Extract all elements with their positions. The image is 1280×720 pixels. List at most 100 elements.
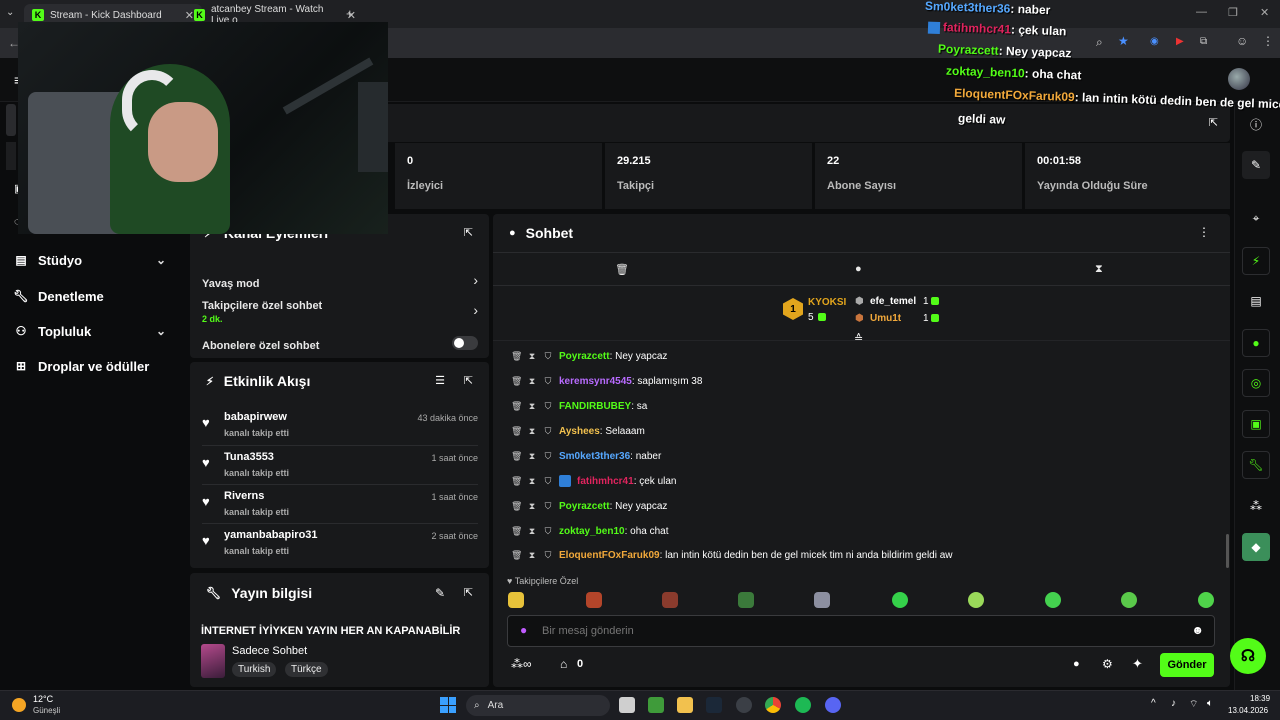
extension-youtube-icon[interactable]: ▶ — [1176, 36, 1184, 47]
trash-icon[interactable]: 🗑︎ — [511, 351, 522, 362]
hourglass-icon[interactable]: ⧗ — [527, 376, 537, 387]
trash-icon[interactable]: 🗑︎ — [511, 426, 522, 437]
hourglass-icon[interactable]: ⧗ — [527, 451, 537, 462]
store-icon[interactable]: ⌂ — [560, 657, 567, 671]
bolt-icon[interactable]: ⚡︎ — [1242, 247, 1270, 275]
send-button[interactable]: Gönder — [1160, 653, 1214, 677]
expand-leaderboard-icon[interactable]: ≙ — [854, 332, 863, 345]
gear-icon[interactable]: ⚙ — [1102, 657, 1113, 671]
hourglass-icon[interactable]: ⧗ — [1095, 263, 1103, 276]
popout-icon[interactable]: ⇱ — [1209, 116, 1218, 129]
sidebar-item-community[interactable]: ⚇ Topluluk ⌄ — [14, 319, 166, 343]
obs-icon[interactable] — [736, 697, 752, 713]
chat-username[interactable]: keremsynr4545 — [559, 376, 632, 387]
help-headset-icon[interactable]: ☊ — [1230, 638, 1266, 674]
emote[interactable] — [1121, 592, 1137, 608]
popout-icon[interactable]: ⇱ — [464, 374, 473, 387]
shield-icon[interactable]: ⛉ — [543, 526, 553, 537]
hourglass-icon[interactable]: ⧗ — [527, 550, 537, 561]
popout-icon[interactable]: ⇱ — [464, 586, 473, 599]
category-name[interactable]: Sadece Sohbet — [232, 645, 307, 657]
hourglass-icon[interactable]: ⧗ — [527, 401, 537, 412]
trash-icon[interactable]: 🗑︎ — [615, 263, 629, 276]
trash-icon[interactable]: 🗑︎ — [511, 526, 522, 537]
emote[interactable] — [738, 592, 754, 608]
chat-bubble-icon[interactable]: ● — [855, 263, 862, 275]
trash-icon[interactable]: 🗑︎ — [511, 451, 522, 462]
trash-icon[interactable]: 🗑︎ — [511, 501, 522, 512]
discord-icon[interactable] — [825, 697, 841, 713]
taskbar-search-box[interactable]: ⌕ Ara — [466, 695, 610, 716]
slow-mode-row[interactable]: Yavaş mod › — [202, 272, 478, 294]
shield-icon[interactable]: ⛉ — [543, 501, 553, 512]
tab-list-icon[interactable]: ⌄ — [6, 7, 14, 18]
minimize-icon[interactable]: — — [1196, 6, 1207, 18]
event-username[interactable]: Riverns — [224, 490, 264, 502]
user-avatar[interactable] — [1228, 68, 1250, 90]
followers-only-row[interactable]: Takipçilere özel sohbet 2 dk. › — [202, 300, 478, 326]
shield-icon[interactable]: ⛉ — [543, 451, 553, 462]
hourglass-icon[interactable]: ⧗ — [527, 351, 537, 362]
hourglass-icon[interactable]: ⧗ — [527, 476, 537, 487]
extension-audio-icon[interactable]: ◉ — [1150, 36, 1159, 47]
shield-icon[interactable]: ⛉ — [543, 351, 553, 362]
chat-username[interactable]: FANDIRBUBEY — [559, 401, 631, 412]
tag-chip[interactable]: Turkish — [232, 662, 277, 677]
chat-scrollbar[interactable] — [1226, 534, 1229, 568]
zoom-icon[interactable]: ⌕ — [1096, 35, 1103, 50]
profile-icon[interactable]: ☺ — [1236, 34, 1248, 48]
stream-info-icon[interactable]: ▣ — [1242, 410, 1270, 438]
event-username[interactable]: babapirwew — [224, 411, 287, 423]
emote[interactable] — [892, 592, 908, 608]
category-thumbnail[interactable] — [201, 644, 225, 678]
hourglass-icon[interactable]: ⧗ — [527, 426, 537, 437]
chat-username[interactable]: zoktay_ben10 — [559, 526, 625, 537]
emote[interactable] — [508, 592, 524, 608]
emoji-icon[interactable]: ☻ — [1191, 623, 1204, 637]
subscribers-only-toggle[interactable] — [452, 336, 478, 350]
sidebar-item-moderation[interactable]: 🔧︎ Denetleme — [13, 284, 103, 308]
sidebar-item-studio[interactable]: ▤ Stüdyo ⌄ — [14, 248, 166, 272]
chat-bubble-icon[interactable]: ● — [1242, 329, 1270, 357]
weather-temperature[interactable]: 12°C — [33, 694, 53, 704]
edit-pencil-icon[interactable]: ✎ — [1242, 151, 1270, 179]
shield-icon[interactable]: ⛉ — [543, 550, 553, 561]
clock-date[interactable]: 13.04.2026 — [1228, 706, 1268, 715]
popout-icon[interactable]: ⇱ — [464, 226, 473, 239]
leaderboard-first-name[interactable]: KYOKSI — [808, 297, 846, 308]
tag-chip[interactable]: Türkçe — [285, 662, 328, 677]
steam-icon[interactable] — [706, 697, 722, 713]
chat-bubble-icon[interactable]: ● — [1073, 658, 1080, 670]
emote[interactable] — [968, 592, 984, 608]
trash-icon[interactable]: 🗑︎ — [511, 476, 522, 487]
leaderboard-third-name[interactable]: Umu1t — [870, 313, 901, 324]
volume-icon[interactable]: 🔈︎ — [1207, 698, 1213, 709]
trash-icon[interactable]: 🗑︎ — [511, 401, 522, 412]
trash-icon[interactable]: 🗑︎ — [511, 550, 522, 561]
emote[interactable] — [586, 592, 602, 608]
network-icon[interactable]: ⌔ — [1189, 698, 1198, 711]
emote[interactable] — [1045, 592, 1061, 608]
microphone-icon[interactable]: ● — [520, 623, 527, 637]
chevron-up-icon[interactable]: ^ — [1151, 698, 1156, 709]
chat-username[interactable]: fatihmhcr41 — [577, 476, 634, 487]
sidebar-item-drops[interactable]: ⊞ Droplar ve ödüller — [14, 354, 149, 378]
info-icon[interactable]: ⓘ — [1242, 110, 1270, 138]
microphone-icon[interactable]: ♪ — [1171, 698, 1176, 709]
maximize-icon[interactable]: ❐ — [1228, 6, 1238, 19]
new-tab-icon[interactable]: + — [346, 6, 354, 21]
shield-icon[interactable]: ⛉ — [543, 426, 553, 437]
broadcast-icon[interactable]: ◎ — [1242, 369, 1270, 397]
windows-start-icon[interactable] — [440, 697, 456, 713]
document-icon[interactable]: ▤ — [1242, 287, 1270, 315]
shield-icon[interactable]: ⛉ — [543, 476, 553, 487]
chat-username[interactable]: Sm0ket3ther36 — [559, 451, 630, 462]
leaderboard-second-name[interactable]: efe_temel — [870, 296, 916, 307]
chrome-icon[interactable] — [765, 697, 781, 713]
filter-icon[interactable]: ☰ — [435, 374, 445, 387]
emote[interactable] — [1198, 592, 1214, 608]
hourglass-icon[interactable]: ⧗ — [527, 526, 537, 537]
bookmark-star-icon[interactable]: ★ — [1118, 34, 1129, 48]
puzzle-icon[interactable]: ✦ — [1132, 656, 1143, 672]
chat-username[interactable]: Ayshees — [559, 426, 600, 437]
